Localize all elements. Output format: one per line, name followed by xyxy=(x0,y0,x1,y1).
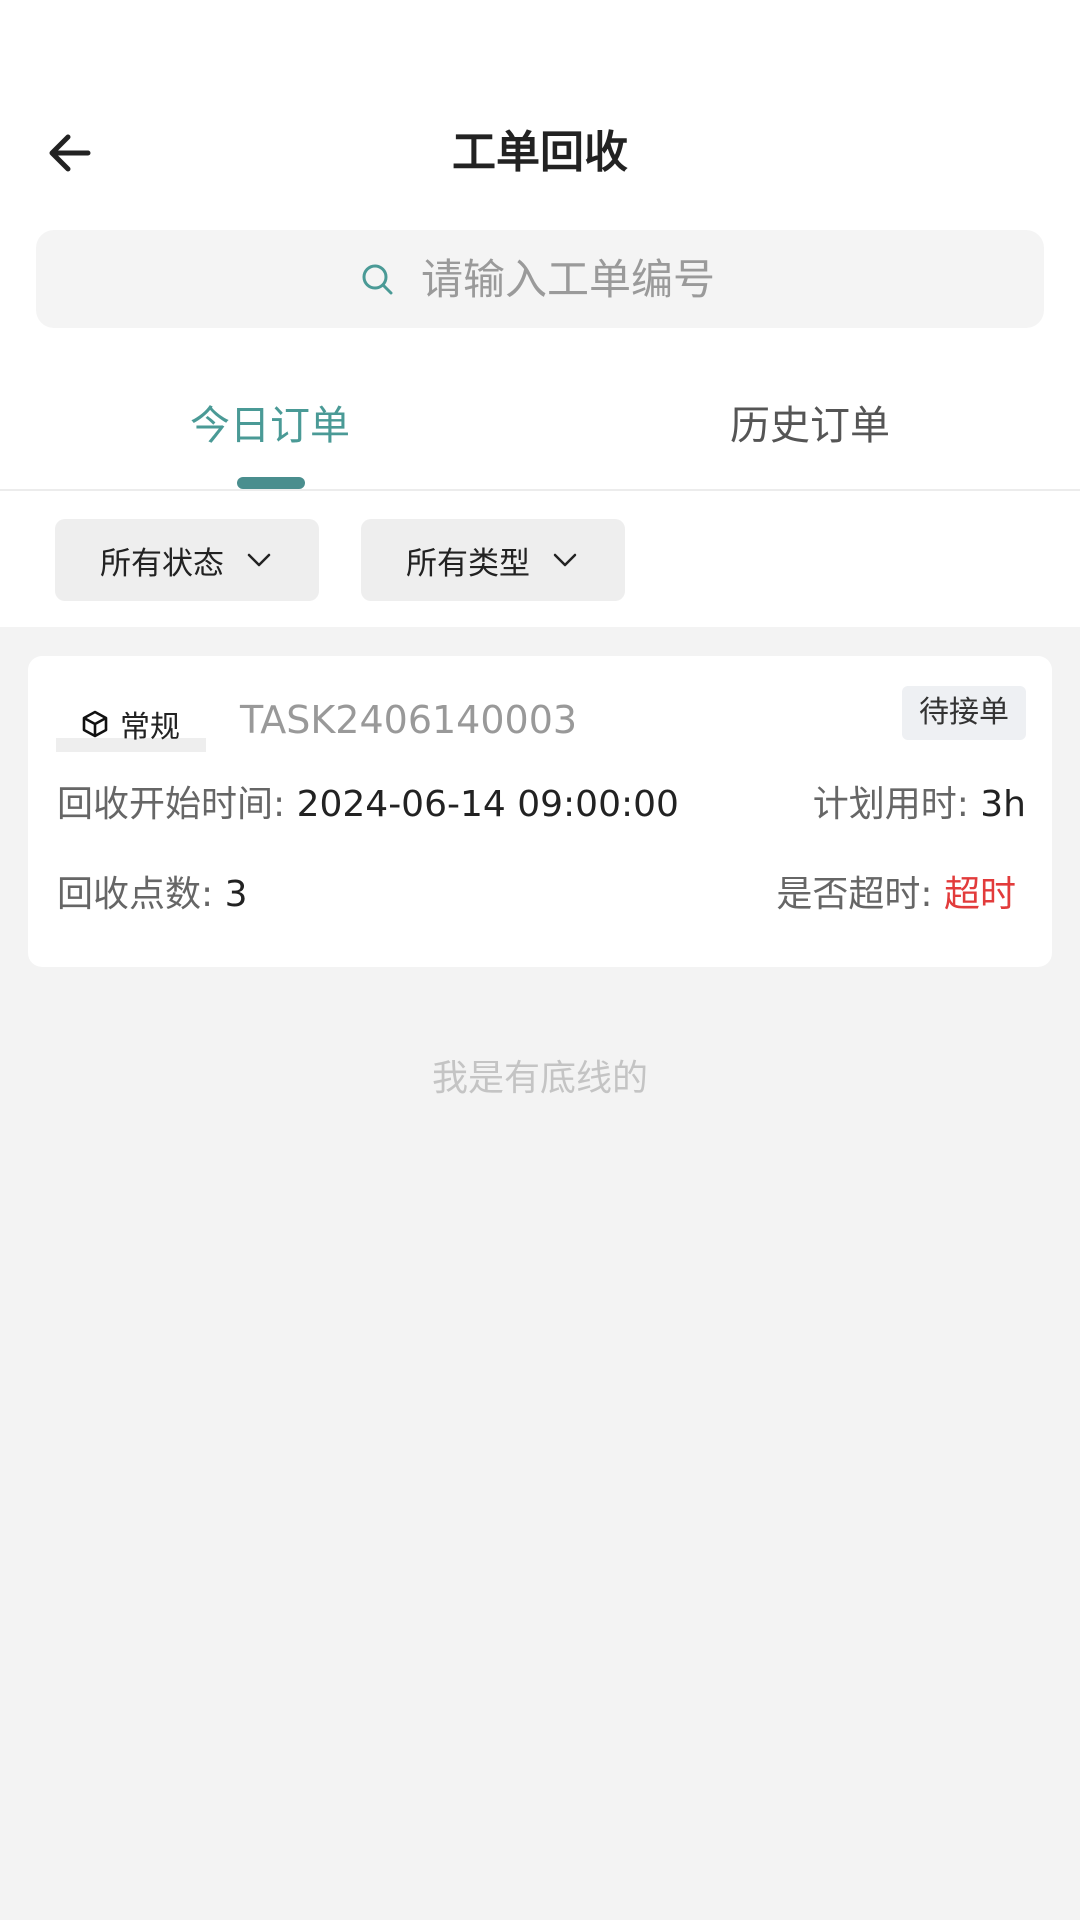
timeout-value: 超时 xyxy=(943,874,1016,915)
points-row: 回收点数: 3 xyxy=(57,870,247,920)
order-card[interactable]: 常规 TASK2406140003 待接单 回收开始时间: 2024-06-14… xyxy=(28,656,1052,967)
page-title: 工单回收 xyxy=(452,127,628,178)
top-area: 工单回收 今日订单 历史订单 所有状态 所有类型 xyxy=(0,0,1080,627)
order-number: TASK2406140003 xyxy=(240,698,578,742)
list-end-text: 我是有底线的 xyxy=(431,1058,648,1099)
type-filter-label: 所有类型 xyxy=(406,545,530,582)
order-status-badge: 待接单 xyxy=(902,686,1026,740)
tabs-divider xyxy=(0,489,1080,491)
order-type-label: 常规 xyxy=(120,710,180,745)
search-icon xyxy=(362,264,393,295)
cube-icon xyxy=(82,710,108,738)
status-filter-label: 所有状态 xyxy=(100,545,224,582)
status-bar xyxy=(0,0,1080,100)
plan-time-row: 计划用时: 3h xyxy=(813,780,1026,830)
search-input[interactable] xyxy=(421,254,721,304)
chevron-down-icon xyxy=(553,553,577,567)
search-box[interactable] xyxy=(36,230,1044,328)
status-filter-dropdown[interactable]: 所有状态 xyxy=(55,519,319,601)
active-tab-indicator xyxy=(237,477,305,489)
tab-today-orders[interactable]: 今日订单 xyxy=(170,390,370,462)
timeout-label: 是否超时: xyxy=(776,874,944,915)
order-type-tag: 常规 xyxy=(56,696,206,752)
type-filter-dropdown[interactable]: 所有类型 xyxy=(361,519,625,601)
start-time-row: 回收开始时间: 2024-06-14 09:00:00 xyxy=(57,780,679,830)
points-value: 3 xyxy=(224,874,248,915)
points-label: 回收点数: xyxy=(57,874,225,915)
tab-history-orders[interactable]: 历史订单 xyxy=(710,390,910,462)
chevron-down-icon xyxy=(247,553,271,567)
plan-time-value: 3h xyxy=(980,784,1026,825)
plan-time-label: 计划用时: xyxy=(812,784,981,825)
timeout-row: 是否超时: 超时 xyxy=(776,870,1016,920)
start-time-value: 2024-06-14 09:00:00 xyxy=(296,784,679,825)
start-time-label: 回收开始时间: xyxy=(57,784,297,825)
